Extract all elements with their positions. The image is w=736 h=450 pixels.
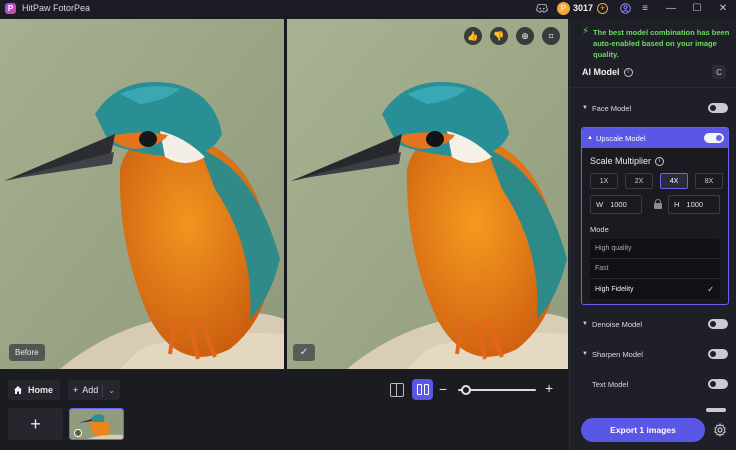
scale-multiplier-group: 1X 2X 4X 8X (590, 173, 723, 189)
bird-image-after (287, 19, 568, 369)
scale-8x-button[interactable]: 8X (695, 173, 723, 189)
side-by-side-view-button[interactable] (412, 379, 433, 400)
image-canvas[interactable]: Before ✓ 👍 👎 ⊕ ⌗ (0, 19, 568, 369)
info-icon[interactable]: i (623, 67, 633, 77)
mode-option-high-fidelity[interactable]: High Fidelity ✓ (590, 279, 720, 299)
text-model-row[interactable]: Text Model (582, 374, 728, 394)
split-view-icon[interactable] (390, 383, 404, 397)
zoom-icon[interactable]: ⊕ (516, 27, 534, 45)
divider (570, 87, 736, 88)
sharpen-model-row[interactable]: ▼ Sharpen Model (582, 344, 728, 364)
mode-label: Mode (590, 225, 609, 234)
right-sidebar: ⚡ The best model combination has been au… (569, 19, 736, 450)
face-model-toggle[interactable] (708, 103, 728, 113)
home-icon (14, 386, 22, 394)
sharpen-model-label: Sharpen Model (592, 349, 643, 359)
title-bar: P HitPaw FotorPea P 3017 + ≡ — ☐ ✕ (0, 0, 736, 16)
text-model-label: Text Model (592, 379, 629, 389)
add-image-button[interactable]: + (8, 408, 63, 440)
reset-button[interactable]: C (712, 65, 726, 79)
lock-icon[interactable] (653, 199, 662, 209)
width-field[interactable]: W 1000 (590, 195, 642, 214)
upscale-model-card: ▲ Upscale Model Scale Multiplier i 1X 2X… (581, 127, 729, 305)
image-thumbnail[interactable] (69, 408, 124, 440)
scale-1x-button[interactable]: 1X (590, 173, 618, 189)
scale-2x-button[interactable]: 2X (625, 173, 653, 189)
denoise-model-toggle[interactable] (708, 319, 728, 329)
upscale-model-toggle[interactable] (704, 133, 724, 143)
add-plus-icon: + (73, 385, 79, 395)
info-icon[interactable]: i (655, 156, 665, 166)
thumbs-down-icon[interactable]: 👎 (490, 27, 508, 45)
denoise-model-row[interactable]: ▼ Denoise Model (582, 314, 728, 334)
width-value[interactable]: 1000 (610, 200, 627, 209)
zoom-in-button[interactable]: + (545, 381, 553, 395)
width-label: W (596, 200, 604, 209)
mode-list: High quality Fast High Fidelity ✓ (590, 239, 720, 299)
scale-multiplier-label: Scale Multiplier (590, 156, 652, 166)
lightning-icon: ⚡ (582, 26, 590, 37)
bird-image-before (0, 19, 284, 369)
coin-count: 3017 (572, 3, 593, 13)
compare-check-icon[interactable]: ✓ (293, 344, 315, 361)
before-label: Before (9, 344, 45, 361)
expand-triangle-icon[interactable]: ▼ (582, 321, 592, 327)
zoom-slider-handle[interactable] (461, 385, 472, 395)
scale-multiplier-heading: Scale Multiplier i (590, 156, 665, 166)
add-coin-icon[interactable]: + (597, 2, 608, 14)
after-image-panel[interactable]: ✓ 👍 👎 ⊕ ⌗ (287, 19, 568, 369)
ai-model-title: AI Model (582, 67, 620, 77)
history-icon (74, 429, 82, 437)
mode-option-high-quality[interactable]: High quality (590, 239, 720, 259)
ai-model-heading: AI Model i (582, 67, 633, 77)
discord-icon[interactable] (535, 1, 549, 15)
app-logo-icon: P (5, 2, 16, 14)
maximize-icon[interactable]: ☐ (684, 0, 710, 16)
expand-triangle-icon[interactable]: ▼ (582, 105, 592, 111)
close-icon[interactable]: ✕ (710, 0, 736, 16)
scale-4x-button[interactable]: 4X (660, 173, 688, 189)
account-icon[interactable] (618, 1, 632, 15)
denoise-model-label: Denoise Model (592, 319, 643, 329)
height-value[interactable]: 1000 (686, 200, 703, 209)
home-button[interactable]: Home (8, 380, 60, 400)
notice-text: The best model combination has been auto… (593, 28, 730, 59)
chevron-down-icon[interactable]: ⌄ (103, 386, 115, 395)
minimize-icon[interactable]: — (658, 0, 684, 16)
menu-icon[interactable]: ≡ (632, 0, 658, 16)
height-field[interactable]: H 1000 (668, 195, 720, 214)
coin-icon: P (556, 1, 570, 15)
add-label: Add (82, 385, 99, 395)
face-model-label: Face Model (592, 103, 632, 113)
zoom-out-button[interactable]: − (439, 382, 447, 396)
expand-triangle-icon[interactable]: ▼ (582, 351, 592, 357)
thumbs-up-icon[interactable]: 👍 (464, 27, 482, 45)
home-label: Home (28, 385, 54, 395)
height-label: H (674, 200, 680, 209)
upscale-model-label: Upscale Model (596, 133, 646, 143)
collapse-triangle-icon[interactable]: ▲ (587, 135, 596, 141)
bottom-toolbar: Home + Add ⌄ − + + (0, 369, 568, 450)
partially-hidden-toggle (706, 408, 726, 412)
mode-option-fast[interactable]: Fast (590, 259, 720, 279)
upscale-model-row[interactable]: ▲ Upscale Model (582, 128, 728, 148)
sharpen-model-toggle[interactable] (708, 349, 728, 359)
face-model-row[interactable]: ▼ Face Model (582, 98, 728, 118)
check-icon: ✓ (707, 284, 714, 294)
text-model-toggle[interactable] (708, 379, 728, 389)
crop-icon[interactable]: ⌗ (542, 27, 560, 45)
settings-gear-icon[interactable] (713, 423, 727, 437)
add-button[interactable]: + Add ⌄ (68, 380, 120, 400)
before-image-panel[interactable]: Before (0, 19, 284, 369)
app-title: HitPaw FotorPea (22, 3, 91, 13)
auto-enable-notice: ⚡ The best model combination has been au… (582, 27, 732, 60)
export-button[interactable]: Export 1 images (581, 418, 705, 442)
